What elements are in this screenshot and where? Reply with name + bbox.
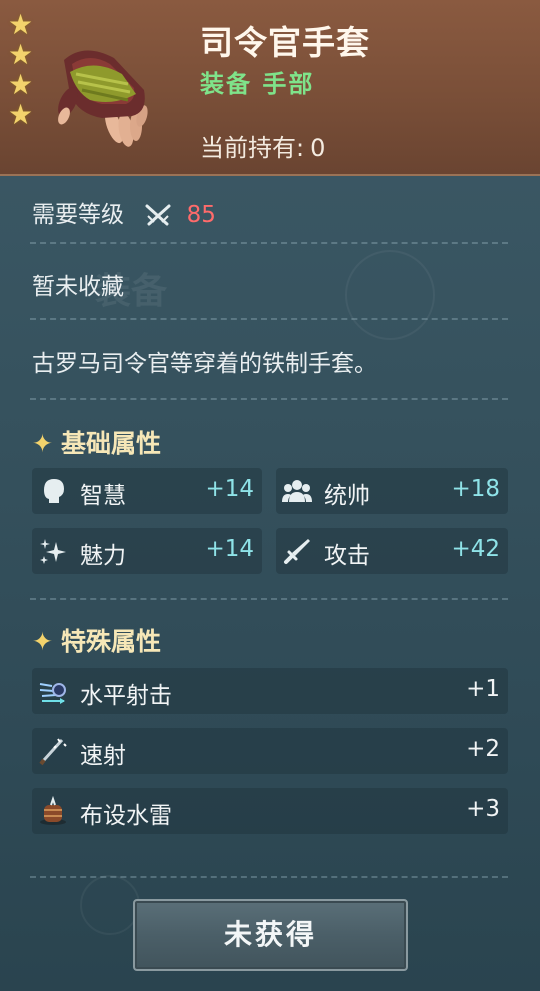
- rapid-fire-icon: [39, 738, 67, 766]
- star-icon: ★: [8, 38, 34, 71]
- sparkle-icon: [40, 539, 66, 564]
- special-horizontal-shot: 水平射击 +1: [32, 668, 508, 714]
- owned-count: 当前持有: 0: [200, 128, 325, 163]
- sparkle-icon: ✦: [32, 627, 53, 656]
- stat-value: +18: [451, 476, 500, 502]
- divider: [30, 398, 508, 400]
- star-icon: ★: [8, 98, 34, 131]
- item-description: 古罗马司令官等穿着的铁制手套。: [32, 351, 377, 377]
- stat-name: 智慧: [80, 483, 126, 509]
- glove-icon: [58, 50, 148, 147]
- head-icon: [44, 479, 64, 503]
- basic-attributes-title: ✦ 基础属性: [32, 424, 161, 460]
- background-ring: [80, 875, 140, 935]
- item-name: 司令官手套: [200, 23, 370, 62]
- background-ring: [345, 250, 435, 340]
- divider: [30, 242, 508, 244]
- stat-wisdom: 智慧 +14: [32, 468, 262, 514]
- stat-name: 攻击: [324, 543, 370, 569]
- divider: [30, 318, 508, 320]
- item-category: 装备 手部: [200, 70, 315, 98]
- required-level: 需要等级 85: [32, 195, 216, 229]
- star-icon: ★: [8, 68, 34, 101]
- item-detail-panel: 装备 ★ ★ ★ ★ 司令官手套 装备 手部 当前持有: 0 需要等级 85 暂…: [0, 0, 540, 991]
- collection-status: 暂未收藏: [32, 274, 124, 300]
- special-attributes-label: 特殊属性: [60, 627, 161, 656]
- required-level-value: 85: [186, 202, 216, 228]
- stat-value: +1: [466, 676, 500, 702]
- owned-number: 0: [310, 134, 326, 162]
- stat-name: 水平射击: [80, 683, 172, 709]
- stat-name: 速射: [80, 743, 126, 769]
- stat-value: +42: [451, 536, 500, 562]
- basic-attributes-label: 基础属性: [60, 429, 161, 458]
- star-icon: ★: [8, 8, 34, 41]
- owned-label: 当前持有:: [200, 134, 305, 162]
- divider: [30, 598, 508, 600]
- not-obtained-button[interactable]: 未获得: [133, 899, 408, 971]
- mine-barrel-icon: [40, 796, 66, 825]
- stat-charisma: 魅力 +14: [32, 528, 262, 574]
- stat-name: 统帅: [324, 483, 370, 509]
- stat-name: 布设水雷: [80, 803, 172, 829]
- special-attributes-title: ✦ 特殊属性: [32, 622, 161, 658]
- divider: [30, 876, 508, 878]
- required-level-label: 需要等级: [32, 202, 124, 228]
- horizontal-shot-icon: [39, 683, 66, 704]
- item-header: ★ ★ ★ ★ 司令官手套 装备 手部 当前持有: 0: [0, 0, 540, 176]
- star-rating: ★ ★ ★ ★: [8, 10, 38, 130]
- special-rapid-fire: 速射 +2: [32, 728, 508, 774]
- stat-value: +14: [205, 476, 254, 502]
- stat-value: +2: [466, 736, 500, 762]
- stat-command: 统帅 +18: [276, 468, 508, 514]
- stat-name: 魅力: [80, 543, 126, 569]
- stat-value: +3: [466, 796, 500, 822]
- group-icon: [282, 480, 312, 502]
- special-lay-mines: 布设水雷 +3: [32, 788, 508, 834]
- stat-value: +14: [205, 536, 254, 562]
- sparkle-icon: ✦: [32, 429, 53, 458]
- sword-icon: [284, 539, 310, 564]
- stat-attack: 攻击 +42: [276, 528, 508, 574]
- crossed-swords-icon: [145, 204, 171, 225]
